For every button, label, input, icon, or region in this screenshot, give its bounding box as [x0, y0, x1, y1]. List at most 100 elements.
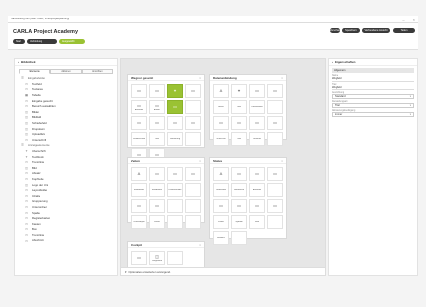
field-tile[interactable]: Symbol	[231, 215, 247, 229]
property-input[interactable]: Wegfeld	[332, 77, 414, 82]
field-tile[interactable]: ▭	[213, 199, 229, 213]
share-button[interactable]: Teilen	[393, 28, 415, 33]
field-tile[interactable]	[185, 100, 201, 114]
field-tile[interactable]: Dauer	[149, 215, 165, 229]
field-tile[interactable]: Zeitabschnitt	[131, 132, 147, 146]
field-tile[interactable]: Liste	[149, 132, 165, 146]
pill-start[interactable]: Start	[13, 39, 25, 44]
field-tile[interactable]: Schlüssel	[213, 132, 229, 146]
field-tile[interactable]: Statusfeld	[213, 183, 229, 197]
field-tile[interactable]: ▭	[185, 84, 201, 98]
field-tile[interactable]	[267, 100, 283, 114]
field-tile[interactable]	[185, 215, 201, 229]
canvas-box-cockpit[interactable]: Cockpit × ▭ ◫ Diagramm	[127, 241, 205, 269]
field-tile[interactable]: Zeitraum	[249, 132, 265, 146]
field-tile[interactable]	[167, 215, 183, 229]
field-tile[interactable]: ▭	[149, 167, 165, 181]
property-select[interactable]: immer ▾	[332, 112, 414, 117]
field-tile[interactable]	[267, 215, 283, 229]
field-tile[interactable]: Text	[231, 132, 247, 146]
field-tile[interactable]: ▭	[231, 199, 247, 213]
field-tile[interactable]: ▭	[167, 100, 183, 114]
field-tile[interactable]	[267, 132, 283, 146]
field-tile[interactable]: ▭	[131, 199, 147, 213]
field-tile[interactable]	[167, 199, 183, 213]
field-tile[interactable]: Wert	[249, 215, 265, 229]
library-item[interactable]: ▭ Abschnitt	[20, 238, 112, 244]
preview-button[interactable]: Vorschau	[330, 28, 340, 33]
field-tile[interactable]: ▭	[213, 116, 229, 130]
field-tile[interactable]: ▭	[231, 167, 247, 181]
canvas-box-status[interactable]: Status × A ▭ ▭ ▭ Statusfeld Statusliste Auswahl…	[209, 157, 287, 245]
field-tile[interactable]: ▭	[231, 116, 247, 130]
field-tile[interactable]: ▭	[167, 116, 183, 130]
field-tile[interactable]: ▭ Auswahl	[131, 100, 147, 114]
field-tile[interactable]: Datumsfelder	[167, 183, 183, 197]
field-tile[interactable]: Hinweis	[213, 231, 229, 245]
field-tile[interactable]: ▭	[131, 116, 147, 130]
property-select[interactable]: Titel ▾	[332, 103, 414, 108]
field-tile[interactable]: ▭	[249, 84, 265, 98]
field-tile[interactable]: Zeitstempel	[131, 215, 147, 229]
field-tile[interactable]: ▭	[149, 84, 165, 98]
field-tile[interactable]: ▭	[267, 116, 283, 130]
canvas-box-datenanbindung[interactable]: Datenanbindung × A ⌖ ▭ ▭ Menü Liste Datenfelder…	[209, 74, 287, 146]
field-tile[interactable]: ▭	[185, 116, 201, 130]
close-icon[interactable]: ×	[281, 159, 283, 163]
close-icon[interactable]: ×	[281, 76, 283, 80]
property-input[interactable]: Wegfeld	[332, 86, 414, 90]
field-tile[interactable]: Liste	[231, 100, 247, 114]
field-tile[interactable]	[185, 183, 201, 197]
property-select[interactable]: Standard ▾	[332, 94, 414, 99]
field-tile[interactable]: A	[213, 167, 229, 181]
field-tile[interactable]: ▭	[267, 199, 283, 213]
field-tile[interactable]: Menü	[213, 100, 229, 114]
field-tile[interactable]: Auswahl	[249, 183, 265, 197]
close-icon[interactable]: ×	[199, 159, 201, 163]
field-tile[interactable]: Datenfelder	[249, 100, 265, 114]
field-tile[interactable]: Statusliste	[231, 183, 247, 197]
field-tile[interactable]: ▭ Anzahl	[149, 100, 165, 114]
pill-connection[interactable]: Verbindung	[27, 39, 57, 44]
field-tile[interactable]: ⌖	[167, 84, 183, 98]
field-tile[interactable]: A	[131, 167, 147, 181]
field-tile[interactable]	[185, 132, 201, 146]
field-tile[interactable]: ▭	[131, 84, 147, 98]
field-tile[interactable]: Startdatum	[131, 183, 147, 197]
field-tile[interactable]: ◫ Diagramm	[149, 251, 165, 265]
field-tile[interactable]: ▭	[267, 167, 283, 181]
field-tile[interactable]	[167, 251, 183, 265]
tab-views[interactable]: Ansichten	[81, 69, 113, 74]
field-tile[interactable]: ▭	[249, 116, 265, 130]
field-tile[interactable]: ⌖	[231, 84, 247, 98]
field-tile[interactable]: ▭	[149, 116, 165, 130]
field-tile[interactable]: ▭	[149, 199, 165, 213]
canvas-footer[interactable]: ▾ Optionales erweiterten anzeigend.	[121, 267, 325, 275]
canvas-box-wegvor[interactable]: Wegvor gesetzt × ▭ ▭ ⌖ ▭ ▭ Auswahl ▭ Anzahl ▭ ▭ ▭ ▭ ▭…	[127, 74, 205, 162]
close-icon[interactable]: ×	[199, 243, 201, 247]
save-button[interactable]: Speichern	[342, 28, 360, 33]
field-tile[interactable]	[267, 183, 283, 197]
field-tile[interactable]	[185, 199, 201, 213]
tab-actions[interactable]: Aktionen	[50, 69, 82, 74]
pill-selected[interactable]: Ausgewählt	[59, 39, 85, 44]
field-tile[interactable]: Farbe	[213, 215, 229, 229]
canvas-box-zeiten[interactable]: Zeiten × A ▭ ▭ ▭ Startdatum Enddatum Datumsfeld…	[127, 157, 205, 229]
field-tile[interactable]: ▭	[249, 167, 265, 181]
field-tile[interactable]: ▭	[249, 199, 265, 213]
collapse-icon[interactable]: ‹	[332, 60, 333, 64]
connected-view-button[interactable]: Verbundene Ansicht	[362, 28, 390, 33]
minimize-icon[interactable]: –	[402, 17, 404, 22]
close-icon[interactable]: ×	[413, 17, 415, 22]
close-icon[interactable]: ×	[199, 76, 201, 80]
field-tile[interactable]: ▭	[167, 167, 183, 181]
field-tile[interactable]: ▭	[131, 251, 147, 265]
field-tile[interactable]: ▭	[185, 167, 201, 181]
properties-section-general[interactable]: Allgemein	[332, 68, 414, 73]
collapse-icon[interactable]: ‹	[18, 60, 19, 64]
field-tile[interactable]: A	[213, 84, 229, 98]
tab-elements[interactable]: Elemente	[19, 69, 51, 74]
field-tile[interactable]: Sortierung	[167, 132, 183, 146]
field-tile[interactable]	[231, 231, 247, 245]
field-tile[interactable]: ▭	[267, 84, 283, 98]
